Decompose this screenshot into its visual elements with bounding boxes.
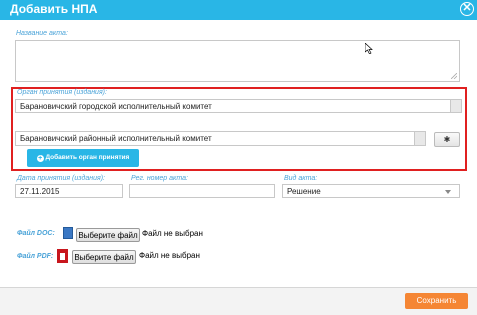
organ-select-2-arrow[interactable] xyxy=(414,132,425,145)
organ-label: Орган принятия (издания): xyxy=(17,89,107,96)
organ-select-2-value: Барановичский районный исполнительный ко… xyxy=(20,134,212,143)
reg-number-input[interactable] xyxy=(129,184,275,198)
act-name-label: Название акта: xyxy=(16,30,68,37)
organ-select-1-value: Барановичский городской исполнительный к… xyxy=(20,102,212,111)
pdf-icon xyxy=(57,249,68,263)
add-organ-label: Добавить орган принятия xyxy=(45,154,130,161)
date-value: 27.11.2015 xyxy=(20,187,60,196)
act-type-label: Вид акта: xyxy=(284,175,318,182)
doc-no-file-text: Файл не выбран xyxy=(142,229,203,238)
act-name-textarea[interactable] xyxy=(15,40,460,82)
doc-icon xyxy=(63,227,73,239)
plus-circle-icon: + xyxy=(36,155,44,162)
organ-select-2[interactable]: Барановичский районный исполнительный ко… xyxy=(15,131,426,146)
date-input[interactable]: 27.11.2015 xyxy=(15,184,123,198)
organ-select-1[interactable]: Барановичский городской исполнительный к… xyxy=(15,99,462,113)
reg-number-label: Рег. номер акта: xyxy=(131,175,188,182)
pdf-no-file-text: Файл не выбран xyxy=(139,251,200,260)
date-label: Дата принятия (издания): xyxy=(17,175,105,182)
doc-choose-file-button[interactable]: Выберите файл xyxy=(76,228,140,242)
dialog-titlebar: Добавить НПА ✕ xyxy=(0,0,477,20)
close-icon[interactable]: ✕ xyxy=(460,2,474,16)
mouse-cursor-icon xyxy=(365,43,373,54)
pdf-file-label: Файл PDF: xyxy=(17,253,54,260)
act-type-select[interactable]: Решение xyxy=(282,184,460,198)
gear-icon: ✱ xyxy=(443,135,451,144)
organ-settings-button[interactable]: ✱ xyxy=(434,132,460,147)
resize-handle-icon[interactable] xyxy=(451,73,457,79)
save-button[interactable]: Сохранить xyxy=(405,293,468,309)
act-type-value: Решение xyxy=(287,187,321,196)
pdf-choose-file-button[interactable]: Выберите файл xyxy=(72,250,136,264)
doc-file-label: Файл DOC: xyxy=(17,230,55,237)
chevron-down-icon[interactable] xyxy=(445,190,451,194)
organ-select-1-arrow[interactable] xyxy=(450,100,461,112)
dialog-title: Добавить НПА xyxy=(10,2,98,16)
add-organ-button[interactable]: + Добавить орган принятия xyxy=(27,149,139,167)
